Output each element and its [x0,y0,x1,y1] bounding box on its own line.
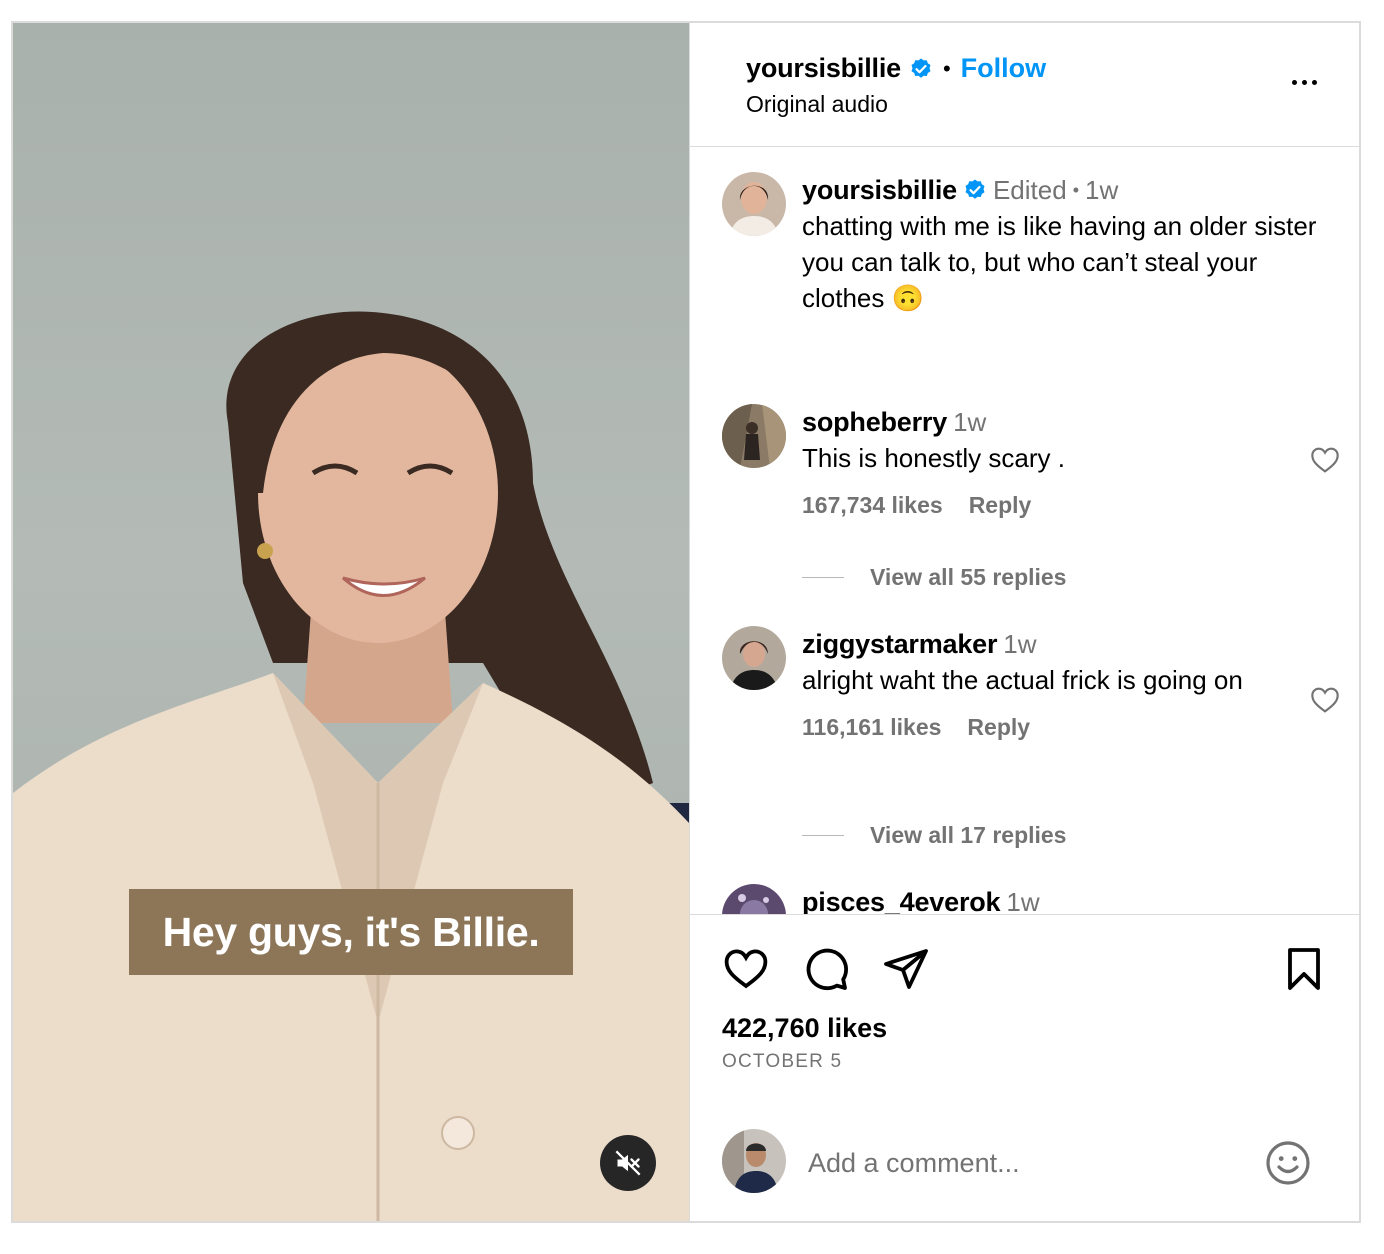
heart-icon[interactable] [1308,444,1342,476]
follow-button[interactable]: Follow [961,53,1046,84]
header-separator: • [942,55,951,81]
heart-icon[interactable] [1308,684,1342,716]
avatar [722,1129,786,1193]
comment-item: pisces_4everok 1w [722,884,1342,914]
bookmark-icon[interactable] [1280,945,1328,993]
comment-time[interactable]: 1w [1006,884,1039,914]
comment-text-column: ziggystarmaker 1w alright waht the actua… [802,626,1282,741]
speaker-muted-icon [615,1150,641,1176]
mute-toggle-button[interactable] [600,1135,656,1191]
heart-icon[interactable] [722,945,770,993]
smiley-emoji-icon[interactable] [1264,1139,1312,1187]
header-username[interactable]: yoursisbillie [746,53,901,84]
caption-name-line: yoursisbillie Edited • 1w [802,172,1322,208]
caption-username[interactable]: yoursisbillie [802,172,957,208]
comment-text: alright waht the actual frick is going o… [802,665,1243,695]
comments-list[interactable]: yoursisbillie Edited • 1w chatting with … [690,148,1359,914]
caption-separator: • [1072,180,1080,200]
comment-text: This is honestly scary . [802,443,1065,473]
comment-bubble-icon[interactable] [802,945,850,993]
comment-time[interactable]: 1w [953,404,986,440]
avatar[interactable] [722,884,786,914]
reel-video[interactable]: Hey guys, it's Billie. [13,23,689,1221]
paper-plane-icon[interactable] [882,945,930,993]
comment-text-column: sopheberry 1w This is honestly scary . 1… [802,404,1282,519]
add-comment-bar [690,1105,1359,1221]
view-replies-button[interactable]: View all 55 replies [802,564,1066,591]
avatar[interactable] [722,172,786,236]
avatar[interactable] [722,404,786,468]
reply-button[interactable]: Reply [969,492,1032,519]
comment-username[interactable]: ziggystarmaker [802,626,997,662]
post-likes-count[interactable]: 422,760 likes [722,1013,887,1044]
comment-time[interactable]: 1w [1003,626,1036,662]
verified-badge-icon [911,58,931,78]
comment-item: ziggystarmaker 1w alright waht the actua… [722,626,1342,856]
replies-divider-line [802,835,844,836]
caption-time[interactable]: 1w [1085,172,1118,208]
post-date[interactable]: OCTOBER 5 [722,1051,842,1073]
comment-actions: 167,734 likes Reply [802,492,1282,519]
post-side-panel: yoursisbillie • Follow Original audio yo… [689,23,1359,1221]
caption-text-column: yoursisbillie Edited • 1w chatting with … [802,172,1322,316]
verified-badge-icon [965,179,985,199]
comment-actions: 116,161 likes Reply [802,714,1282,741]
view-replies-label: View all 55 replies [870,564,1067,590]
comment-username[interactable]: pisces_4everok [802,884,1001,914]
post-header: yoursisbillie • Follow Original audio [690,23,1359,147]
post-dialog: Hey guys, it's Billie. yoursisbillie • F… [11,21,1361,1223]
video-person-figure [13,311,689,1221]
video-caption-overlay: Hey guys, it's Billie. [129,889,573,975]
edited-label: Edited [992,175,1067,205]
replies-divider-line [802,577,844,578]
header-user-row: yoursisbillie • Follow [746,53,1046,84]
original-audio-link[interactable]: Original audio [746,91,888,118]
post-footer: 422,760 likes OCTOBER 5 [690,914,1359,1221]
avatar[interactable] [722,626,786,690]
reply-button[interactable]: Reply [967,714,1030,741]
more-horizontal-icon [1291,79,1297,85]
comment-username[interactable]: sopheberry [802,404,947,440]
comment-item: sopheberry 1w This is honestly scary . 1… [722,404,1342,604]
comment-text-column: pisces_4everok 1w [802,884,1282,914]
view-replies-label: View all 17 replies [870,822,1067,848]
comment-likes[interactable]: 167,734 likes [802,492,943,519]
more-options-button[interactable] [1284,67,1324,97]
view-replies-button[interactable]: View all 17 replies [802,822,1066,849]
comment-likes[interactable]: 116,161 likes [802,714,941,741]
comment-input[interactable] [808,1141,1228,1185]
caption-text: chatting with me is like having an older… [802,211,1317,313]
